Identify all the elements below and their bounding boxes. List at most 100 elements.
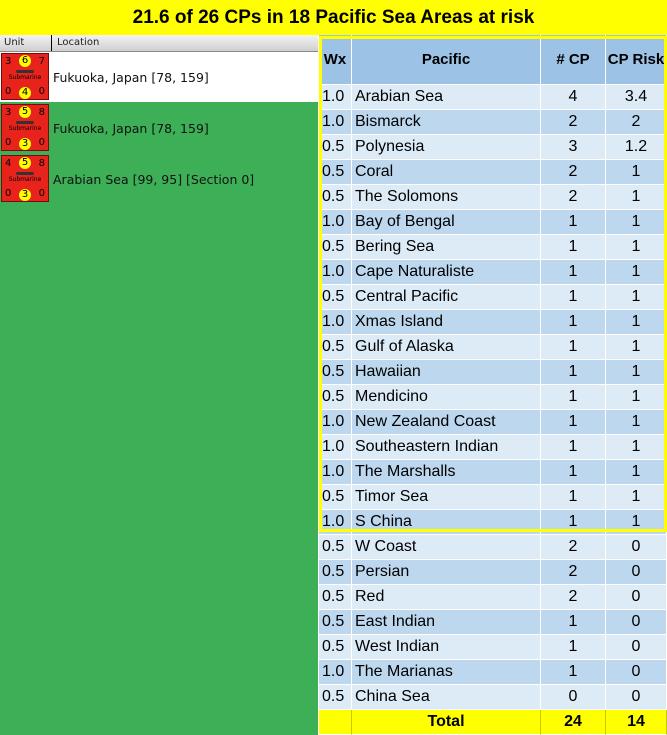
cp-cell: 1 <box>541 310 606 335</box>
cp-cell: 1 <box>541 410 606 435</box>
submarine-counter[interactable]: 3 5 8 Submarine 0 3 0 <box>1 104 49 151</box>
header-cp-risk: CP Risk <box>606 35 667 85</box>
cp-risk-cell: 1 <box>606 360 667 385</box>
cp-risk-cell: 0 <box>606 535 667 560</box>
submarine-counter[interactable]: 4 5 8 Submarine 0 3 0 <box>1 155 49 202</box>
table-row: 1.0 Southeastern Indian 1 1 <box>319 435 667 460</box>
unit-list-header: Unit Location <box>0 35 318 52</box>
sea-area-cell: Gulf of Alaska <box>352 335 541 360</box>
table-row: 1.0 The Marshalls 1 1 <box>319 460 667 485</box>
sea-area-cell: China Sea <box>352 685 541 710</box>
cp-risk-cell: 1.2 <box>606 135 667 160</box>
unit-list-panel: Unit Location 3 6 7 Submarine 0 4 0 Fukuoka, Ja… <box>0 35 318 735</box>
cp-cell: 0 <box>541 685 606 710</box>
cp-cell: 1 <box>541 610 606 635</box>
cp-cell: 2 <box>541 185 606 210</box>
unit-location: Arabian Sea [99, 95] [Section 0] <box>53 172 255 187</box>
submarine-icon <box>16 172 34 175</box>
counter-movement: 8 <box>38 158 45 169</box>
wx-cell: 0.5 <box>319 285 352 310</box>
sea-area-cell: East Indian <box>352 610 541 635</box>
header-pacific: Pacific <box>352 35 541 85</box>
table-row: 1.0 Arabian Sea 4 3.4 <box>319 85 667 110</box>
sea-area-cell: Arabian Sea <box>352 85 541 110</box>
table-row: 0.5 Red 2 0 <box>319 585 667 610</box>
wx-cell: 0.5 <box>319 560 352 585</box>
total-risk: 14 <box>606 710 667 735</box>
wx-cell: 1.0 <box>319 260 352 285</box>
cp-risk-cell: 1 <box>606 235 667 260</box>
cp-risk-cell: 2 <box>606 110 667 135</box>
table-row: 0.5 Gulf of Alaska 1 1 <box>319 335 667 360</box>
counter-range: 3 <box>19 138 31 150</box>
cp-risk-cell: 1 <box>606 460 667 485</box>
sea-area-cell: Red <box>352 585 541 610</box>
sea-area-cell: S China <box>352 510 541 535</box>
sea-area-cell: The Solomons <box>352 185 541 210</box>
counter-attack: 3 <box>5 107 12 118</box>
counter-range: 4 <box>19 87 31 99</box>
cp-risk-cell: 1 <box>606 260 667 285</box>
sea-area-cell: Mendicino <box>352 385 541 410</box>
page-title: 21.6 of 26 CPs in 18 Pacific Sea Areas a… <box>0 0 667 35</box>
wx-cell: 0.5 <box>319 485 352 510</box>
column-header-unit[interactable]: Unit <box>4 37 24 48</box>
table-row: 0.5 Polynesia 3 1.2 <box>319 135 667 160</box>
table-row: 1.0 Bismarck 2 2 <box>319 110 667 135</box>
cp-cell: 1 <box>541 335 606 360</box>
table-row: 0.5 The Solomons 2 1 <box>319 185 667 210</box>
cp-cell: 2 <box>541 160 606 185</box>
sea-area-cell: West Indian <box>352 635 541 660</box>
cp-cell: 2 <box>541 560 606 585</box>
sea-area-cell: Xmas Island <box>352 310 541 335</box>
header-wx: Wx <box>319 35 352 85</box>
unit-location: Fukuoka, Japan [78, 159] <box>53 70 209 85</box>
header-cp: # CP <box>541 35 606 85</box>
table-row: 1.0 Xmas Island 1 1 <box>319 310 667 335</box>
wx-cell: 1.0 <box>319 435 352 460</box>
cp-risk-cell: 3.4 <box>606 85 667 110</box>
counter-type: Submarine <box>8 176 42 183</box>
table-row: 0.5 Coral 2 1 <box>319 160 667 185</box>
wx-cell: 0.5 <box>319 160 352 185</box>
sea-area-cell: Central Pacific <box>352 285 541 310</box>
cp-risk-cell: 1 <box>606 160 667 185</box>
column-header-location[interactable]: Location <box>57 37 99 48</box>
wx-cell: 0.5 <box>319 185 352 210</box>
pacific-risk-table: Wx Pacific # CP CP Risk 1.0 Arabian Sea 4 3… <box>319 35 667 735</box>
wx-cell: 0.5 <box>319 385 352 410</box>
cp-risk-cell: 1 <box>606 335 667 360</box>
column-divider[interactable] <box>51 35 52 51</box>
cp-cell: 1 <box>541 235 606 260</box>
unit-location: Fukuoka, Japan [78, 159] <box>53 121 209 136</box>
unit-row[interactable]: 3 6 7 Submarine 0 4 0 Fukuoka, Japan [78, 159] <box>0 52 318 102</box>
cp-cell: 1 <box>541 385 606 410</box>
wx-cell: 1.0 <box>319 510 352 535</box>
counter-attack: 3 <box>5 56 12 67</box>
cp-risk-cell: 1 <box>606 210 667 235</box>
unit-row[interactable]: 4 5 8 Submarine 0 3 0 Arabian Sea [99, 95] [Sec… <box>0 154 318 204</box>
table-row: 0.5 West Indian 1 0 <box>319 635 667 660</box>
counter-strength: 5 <box>19 157 31 169</box>
counter-movement: 7 <box>38 56 45 67</box>
unit-row[interactable]: 3 5 8 Submarine 0 3 0 Fukuoka, Japan [78, 159] <box>0 103 318 153</box>
sea-area-cell: Cape Naturaliste <box>352 260 541 285</box>
cp-cell: 2 <box>541 110 606 135</box>
wx-cell: 1.0 <box>319 310 352 335</box>
wx-cell: 1.0 <box>319 210 352 235</box>
wx-cell: 0.5 <box>319 635 352 660</box>
counter-value-right: 0 <box>38 188 45 199</box>
table-row: 0.5 Central Pacific 1 1 <box>319 285 667 310</box>
cp-risk-cell: 0 <box>606 560 667 585</box>
table-header-row: Wx Pacific # CP CP Risk <box>319 35 667 85</box>
counter-value-left: 0 <box>5 137 12 148</box>
sea-area-cell: The Marshalls <box>352 460 541 485</box>
cp-risk-cell: 1 <box>606 185 667 210</box>
total-label: Total <box>352 710 541 735</box>
cp-cell: 2 <box>541 585 606 610</box>
submarine-counter[interactable]: 3 6 7 Submarine 0 4 0 <box>1 53 49 100</box>
table-row: 0.5 Persian 2 0 <box>319 560 667 585</box>
cp-risk-cell: 1 <box>606 410 667 435</box>
cp-cell: 1 <box>541 285 606 310</box>
counter-type: Submarine <box>8 74 42 81</box>
